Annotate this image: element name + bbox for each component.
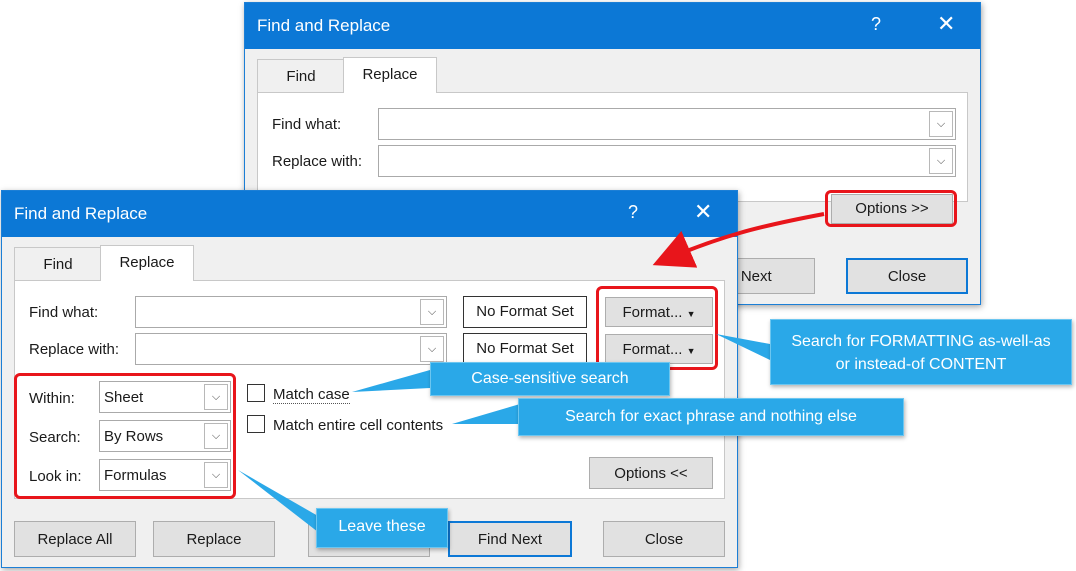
tab-replace[interactable]: Replace [100,245,194,281]
callout-formatting: Search for FORMATTING as-well-as or inst… [770,319,1072,385]
callout-case-sensitive: Case-sensitive search [430,362,670,396]
pointer-case [352,370,430,392]
red-arrow [652,212,825,268]
pointer-exact [452,404,520,424]
back-tab-replace[interactable]: Replace [343,57,437,93]
pointer-formatting [716,334,770,360]
callout-pointers [238,212,825,532]
callout-leave-these: Leave these [316,508,448,548]
pointer-leave [238,470,318,532]
callout-exact-phrase: Search for exact phrase and nothing else [518,398,904,436]
